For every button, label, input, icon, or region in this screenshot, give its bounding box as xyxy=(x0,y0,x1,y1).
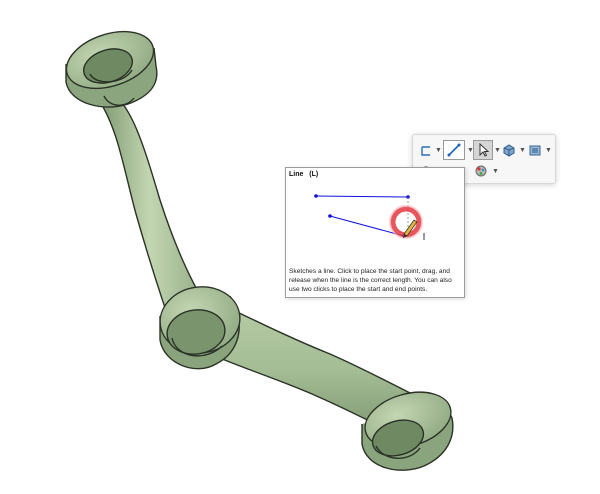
tooltip-description: Sketches a line. Click to place the star… xyxy=(289,268,452,293)
dropdown-caret-icon[interactable]: ▼ xyxy=(519,147,526,154)
line-icon[interactable] xyxy=(443,140,465,160)
select-icon[interactable] xyxy=(473,140,493,160)
sketch-rectangle-icon[interactable] xyxy=(419,142,433,160)
view-orientation-icon[interactable] xyxy=(501,141,517,159)
appearance-icon[interactable] xyxy=(473,162,489,180)
tooltip-title: Line (L) xyxy=(289,171,319,178)
line-tool-tooltip: Line (L) Sketches a line. Click to place… xyxy=(285,167,465,298)
dropdown-caret-icon[interactable]: ▼ xyxy=(435,147,442,154)
line-tool-illustration xyxy=(314,194,425,240)
dropdown-caret-icon[interactable]: ▼ xyxy=(545,147,552,154)
dropdown-caret-icon[interactable]: ▼ xyxy=(494,147,501,154)
top-boss[interactable] xyxy=(59,21,161,108)
dropdown-caret-icon[interactable]: ▼ xyxy=(492,168,499,175)
display-style-icon[interactable] xyxy=(527,141,543,159)
